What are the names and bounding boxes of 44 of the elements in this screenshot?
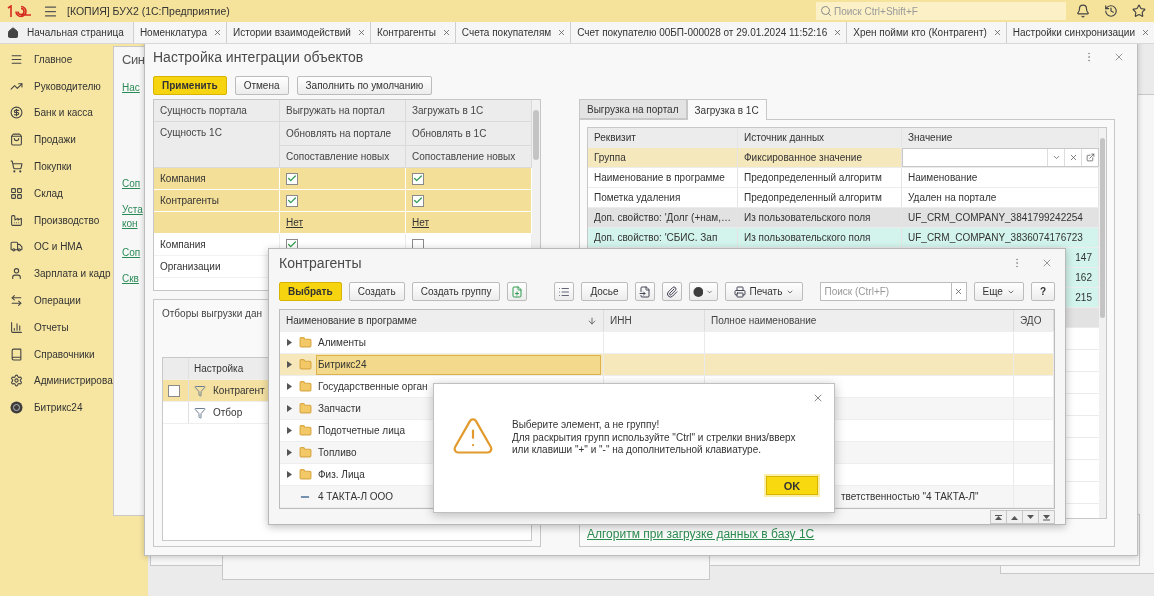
table-cell: Пометка удаления bbox=[594, 192, 681, 203]
header-cell: ЭДО bbox=[1014, 310, 1054, 331]
table-cell: Из пользовательского поля bbox=[744, 232, 871, 243]
table-cell: Контрагенты bbox=[160, 195, 219, 206]
header-cell: Загружать в 1С bbox=[406, 100, 532, 122]
header-cell: Сопоставление новых bbox=[406, 146, 532, 168]
header-text: Наименование в программе bbox=[286, 315, 417, 326]
table-cell: Фиксированное значение bbox=[744, 152, 862, 163]
table-cell: UF_CRM_COMPANY_3836074176723 bbox=[908, 232, 1083, 243]
header-cell: Реквизит bbox=[588, 128, 738, 147]
header-cell: Сущность 1С bbox=[154, 122, 280, 168]
header-cell: Сопоставление новых bbox=[280, 146, 406, 168]
header-cell: Выгружать на портал bbox=[280, 100, 406, 122]
header-cell: Обновлять в 1С bbox=[406, 122, 532, 146]
table-cell: Доп. свойство: 'СБИС. Зап bbox=[594, 232, 718, 243]
panel-title: Отборы выгрузки дан bbox=[162, 307, 262, 321]
table-cell: Компания bbox=[160, 173, 206, 184]
header-cell: ИНН bbox=[604, 310, 705, 331]
table-cell: Удален на портале bbox=[908, 192, 997, 203]
table-cell: Контрагент bbox=[213, 385, 265, 396]
table-cell: Предопределенный алгоритм bbox=[744, 192, 882, 203]
table-cell: тветственностью "4 ТАКТА-Л" bbox=[841, 491, 979, 502]
header-cell: Обновлять на портале bbox=[280, 122, 406, 146]
header-cell: Источник данных bbox=[738, 128, 902, 147]
alert-message: Выберите элемент, а не группу! Для раскрытия групп используйте "Ctrl" и стрелки вниз/вверх или клавиши "+" и "-" на дополнительной клавиатуре. bbox=[512, 418, 796, 458]
table-cell: UF_CRM_COMPANY_3841799242254 bbox=[908, 212, 1083, 223]
header-cell: Сущность портала bbox=[154, 100, 280, 122]
table-cell: Предопределенный алгоритм bbox=[744, 172, 882, 183]
table-cell: Из пользовательского поля bbox=[744, 212, 871, 223]
table-cell: Отбор bbox=[213, 407, 243, 418]
table-cell: Группа bbox=[594, 152, 626, 163]
table-cell: Наименование bbox=[908, 172, 978, 183]
window-title: Контрагенты bbox=[279, 255, 362, 271]
table-cell: 162 bbox=[1075, 272, 1092, 283]
table-cell: Доп. свойство: 'Долг (+нам,… bbox=[594, 212, 731, 223]
table-cell: 215 bbox=[1075, 292, 1092, 303]
window-title: Син bbox=[122, 51, 145, 69]
table-cell: Наименование в программе bbox=[594, 172, 725, 183]
app-title: [КОПИЯ] БУХ2 (1С:Предприятие) bbox=[67, 5, 230, 17]
table-cell: 147 bbox=[1075, 252, 1092, 263]
header-cell: Полное наименование bbox=[705, 310, 1014, 331]
table-cell: Компания bbox=[160, 239, 206, 250]
window-title: Настройка интеграции объектов bbox=[153, 49, 364, 65]
table-cell: Организации bbox=[160, 261, 221, 272]
